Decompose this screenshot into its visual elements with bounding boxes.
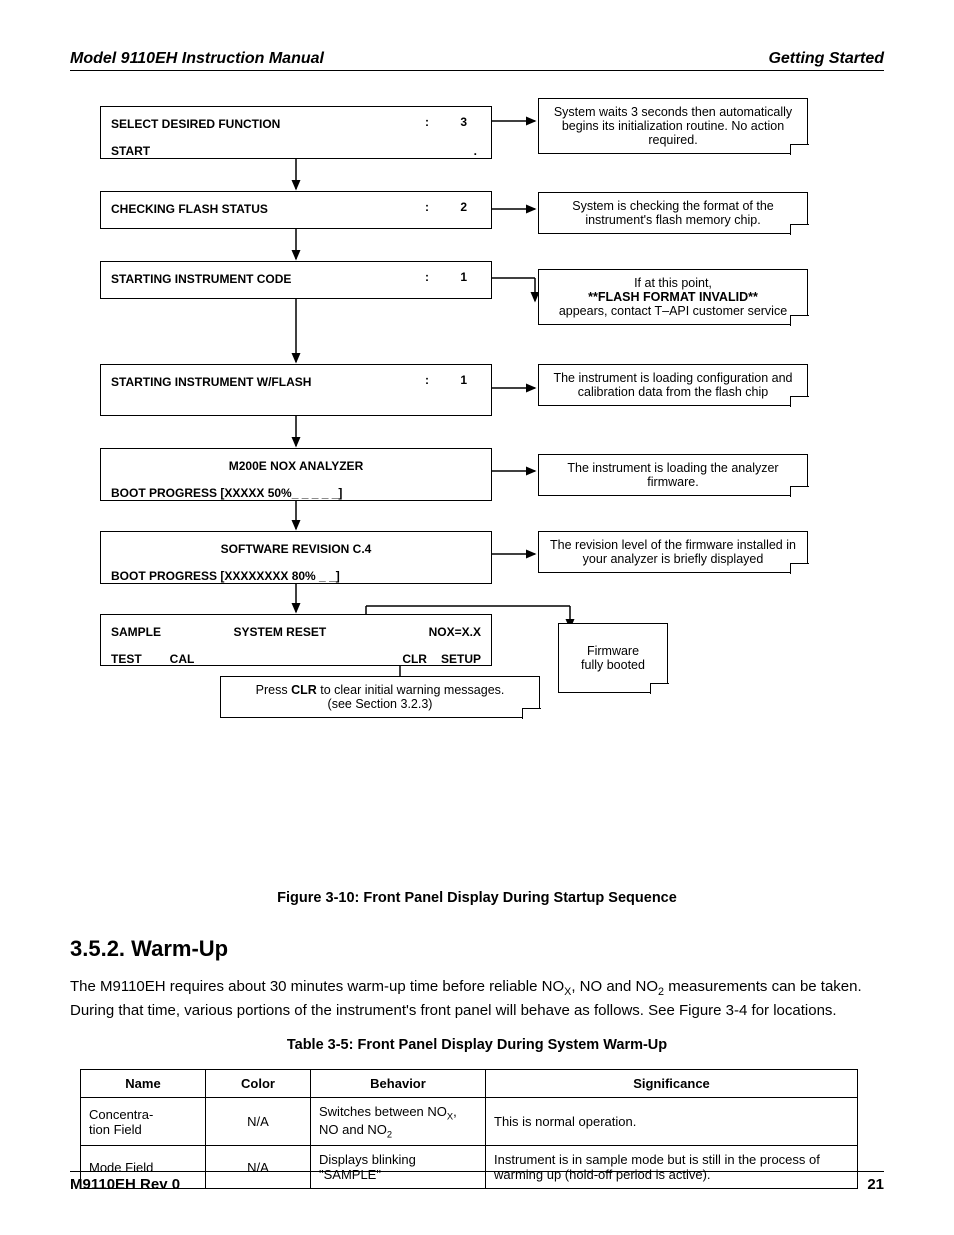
footer-right: 21 <box>867 1176 884 1193</box>
lcd-system-reset: SYSTEM RESET <box>233 625 326 639</box>
warmup-paragraph: The M9110EH requires about 30 minutes wa… <box>70 976 884 1021</box>
page-footer: M9110EH Rev 0 21 <box>70 1171 884 1193</box>
callout-text: If at this point, <box>634 276 712 290</box>
lcd-count: : 1 <box>425 373 481 387</box>
callout-text: appears, contact T–API customer service <box>559 304 787 318</box>
lcd-sample: SAMPLE <box>111 625 161 639</box>
table-header-row: Name Color Behavior Significance <box>81 1070 858 1098</box>
td-behavior: Switches between NOX, NO and NO2 <box>311 1098 486 1146</box>
lcd-start: START <box>111 144 150 158</box>
section-heading: 3.5.2. Warm-Up <box>70 936 884 962</box>
th-name: Name <box>81 1070 206 1098</box>
header-left: Model 9110EH Instruction Manual <box>70 50 324 68</box>
callout-bold: CLR <box>291 683 317 697</box>
lcd-final: SAMPLE SYSTEM RESET NOX=X.X TEST CAL CLR… <box>100 614 492 666</box>
callout-text: to clear initial warning messages. (see … <box>320 683 504 711</box>
callout-loading-firmware: The instrument is loading the analyzer f… <box>538 454 808 496</box>
table-row: Concentra- tion Field N/A Switches betwe… <box>81 1098 858 1146</box>
page-header: Model 9110EH Instruction Manual Getting … <box>70 50 884 71</box>
callout-text: System is checking the format of the ins… <box>572 199 773 227</box>
lcd-select-function: SELECT DESIRED FUNCTION : 3 START . <box>100 106 492 159</box>
callout-flash-check: System is checking the format of the ins… <box>538 192 808 234</box>
lcd-text: BOOT PROGRESS [XXXXX 50%_ _ _ _ _] <box>111 486 342 500</box>
lcd-text: SELECT DESIRED FUNCTION <box>111 117 280 131</box>
lcd-text: M200E NOX ANALYZER <box>229 459 363 473</box>
callout-text: The revision level of the firmware insta… <box>550 538 796 566</box>
td-color: N/A <box>206 1098 311 1146</box>
startup-diagram: SELECT DESIRED FUNCTION : 3 START . CHEC… <box>90 106 884 872</box>
lcd-setup: SETUP <box>441 652 481 666</box>
figure-caption: Figure 3-10: Front Panel Display During … <box>70 890 884 906</box>
lcd-text: BOOT PROGRESS [XXXXXXXX 80% _ _] <box>111 569 340 583</box>
lcd-test: TEST <box>111 652 142 666</box>
lcd-starting-code: STARTING INSTRUMENT CODE : 1 <box>100 261 492 299</box>
td-significance: This is normal operation. <box>486 1098 858 1146</box>
callout-text: The instrument is loading configuration … <box>553 371 792 399</box>
th-significance: Significance <box>486 1070 858 1098</box>
lcd-cal: CAL <box>170 652 195 666</box>
lcd-count: : 2 <box>425 200 481 214</box>
callout-text: Firmware fully booted <box>581 644 645 672</box>
lcd-text: SOFTWARE REVISION C.4 <box>221 542 372 556</box>
callout-text: Press <box>256 683 288 697</box>
p-text: The M9110EH requires about 30 minutes wa… <box>70 978 564 995</box>
td-name: Concentra- tion Field <box>81 1098 206 1146</box>
table-caption: Table 3-5: Front Panel Display During Sy… <box>70 1037 884 1053</box>
callout-revision: The revision level of the firmware insta… <box>538 531 808 573</box>
lcd-count: : 3 <box>425 115 481 129</box>
callout-loading-config: The instrument is loading configuration … <box>538 364 808 406</box>
p-text: , NO and NO <box>571 978 658 995</box>
lcd-text: STARTING INSTRUMENT W/FLASH <box>111 375 311 389</box>
lcd-starting-wflash: STARTING INSTRUMENT W/FLASH : 1 <box>100 364 492 416</box>
lcd-clr: CLR <box>402 652 427 666</box>
lcd-text: CHECKING FLASH STATUS <box>111 202 268 216</box>
lcd-checking-flash: CHECKING FLASH STATUS : 2 <box>100 191 492 229</box>
callout-press-clr: Press CLR to clear initial warning messa… <box>220 676 540 718</box>
lcd-boot-80: SOFTWARE REVISION C.4 BOOT PROGRESS [XXX… <box>100 531 492 584</box>
lcd-dot: . <box>474 144 477 158</box>
footer-left: M9110EH Rev 0 <box>70 1176 180 1193</box>
lcd-text: STARTING INSTRUMENT CODE <box>111 272 291 286</box>
lcd-nox: NOX=X.X <box>429 625 481 639</box>
header-right: Getting Started <box>768 50 884 68</box>
callout-bold: **FLASH FORMAT INVALID** <box>588 290 758 304</box>
th-behavior: Behavior <box>311 1070 486 1098</box>
lcd-boot-50: M200E NOX ANALYZER BOOT PROGRESS [XXXXX … <box>100 448 492 501</box>
lcd-count: : 1 <box>425 270 481 284</box>
th-color: Color <box>206 1070 311 1098</box>
callout-booted: Firmware fully booted <box>558 623 668 693</box>
callout-text: The instrument is loading the analyzer f… <box>567 461 778 489</box>
callout-init: System waits 3 seconds then automaticall… <box>538 98 808 154</box>
callout-text: System waits 3 seconds then automaticall… <box>554 105 792 147</box>
callout-flash-invalid: If at this point, **FLASH FORMAT INVALID… <box>538 269 808 325</box>
